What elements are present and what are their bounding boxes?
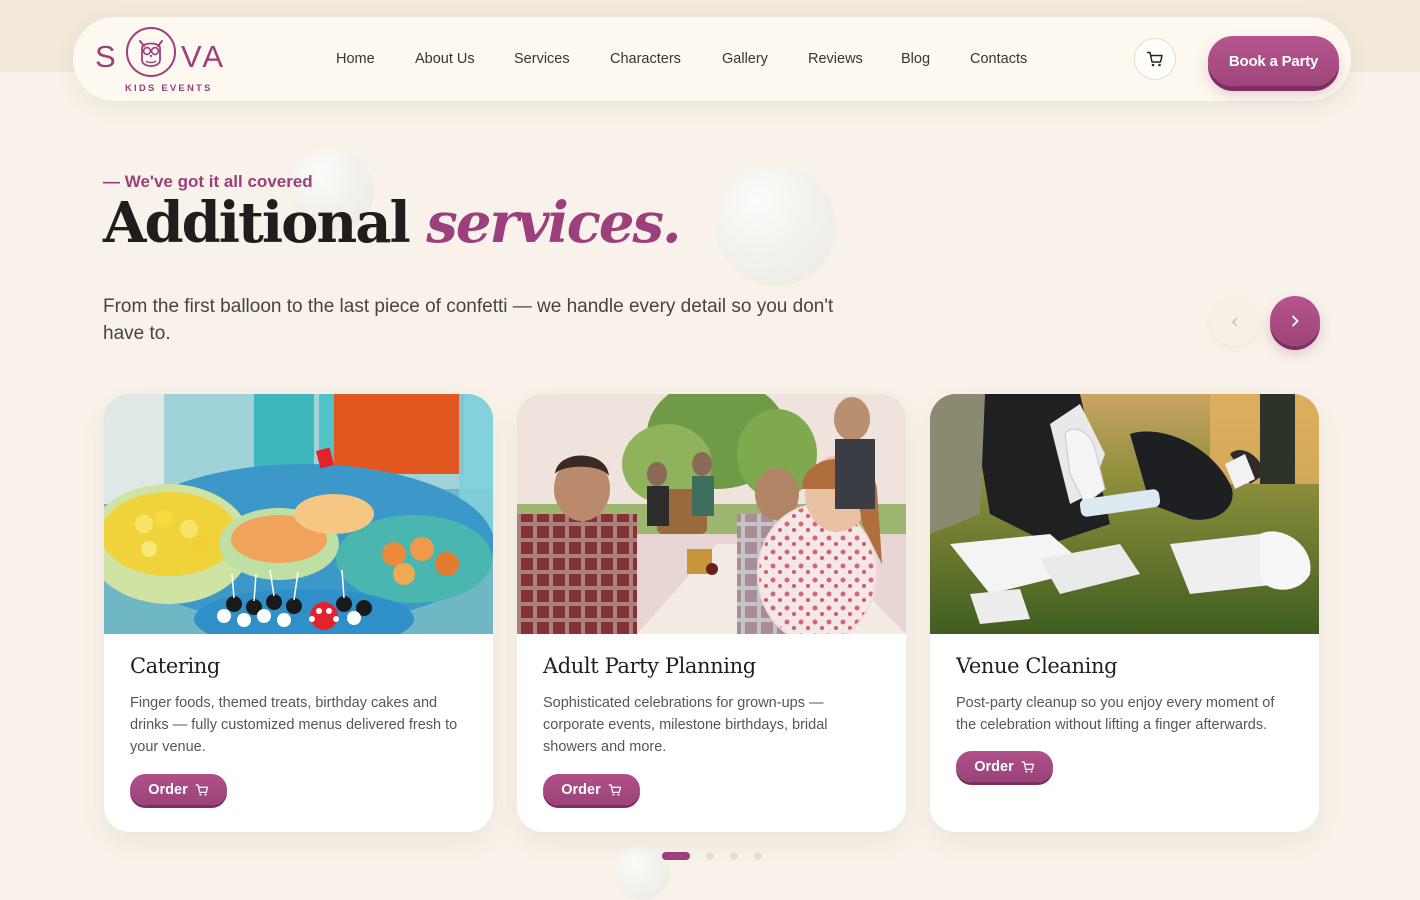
cart-icon (1146, 51, 1163, 67)
cart-icon (608, 783, 621, 796)
chevron-right-icon (1292, 315, 1299, 327)
card-title: Catering (130, 654, 220, 678)
card-title: Venue Cleaning (956, 654, 1118, 678)
card-description: Post-party cleanup so you enjoy every mo… (956, 695, 1275, 733)
service-card-catering: Catering Finger foods, themed treats, bi… (104, 394, 493, 832)
nav-services[interactable]: Services (514, 51, 570, 67)
section-eyebrow: — We've got it all covered (103, 172, 313, 191)
logo[interactable]: S VA KIDS EVENTS (95, 25, 245, 95)
headline-plain: Additional (103, 190, 427, 256)
service-card-venue-cleaning: Venue Cleaning Post-party cleanup so you… (930, 394, 1319, 832)
chevron-left-icon (1231, 317, 1238, 327)
cart-button[interactable] (1134, 38, 1176, 80)
card-description: Finger foods, themed treats, birthday ca… (130, 695, 458, 755)
decorative-bubble (716, 166, 836, 286)
adult-party-image (517, 394, 906, 634)
carousel-prev-button[interactable] (1211, 298, 1259, 346)
nav-contacts[interactable]: Contacts (970, 51, 1027, 67)
pagination-dot[interactable] (754, 852, 762, 860)
order-label: Order (974, 758, 1014, 775)
pagination-dot[interactable] (706, 852, 714, 860)
pagination-dot-active[interactable] (662, 852, 690, 860)
nav-blog[interactable]: Blog (901, 51, 930, 67)
catering-image (104, 394, 493, 634)
nav-home[interactable]: Home (336, 51, 375, 67)
nav-gallery[interactable]: Gallery (722, 51, 768, 67)
cart-icon (195, 783, 208, 796)
order-button[interactable]: Order (543, 774, 640, 805)
section-subtitle: From the first balloon to the last piece… (103, 296, 834, 344)
headline-accent: services. (426, 190, 681, 256)
venue-cleaning-image (930, 394, 1319, 634)
order-label: Order (561, 781, 601, 798)
nav-about-us[interactable]: About Us (415, 51, 475, 67)
card-description: Sophisticated celebrations for grown-ups… (543, 695, 828, 755)
carousel-next-button[interactable] (1270, 296, 1320, 346)
owl-logo-icon (126, 27, 176, 77)
logo-tagline: KIDS EVENTS (125, 83, 213, 94)
order-button[interactable]: Order (130, 774, 227, 805)
pagination-dot[interactable] (730, 852, 738, 860)
order-label: Order (148, 781, 188, 798)
order-button[interactable]: Order (956, 751, 1053, 782)
logo-letter-s: S (95, 39, 119, 74)
navbar: S VA KIDS EVENTS Home About Us Services … (73, 17, 1351, 101)
logo-letters-va: VA (181, 39, 227, 74)
service-card-adult-party-planning: Adult Party Planning Sophisticated celeb… (517, 394, 906, 832)
nav-reviews[interactable]: Reviews (808, 51, 863, 67)
nav-characters[interactable]: Characters (610, 51, 681, 67)
book-a-party-button[interactable]: Book a Party (1208, 36, 1339, 86)
card-title: Adult Party Planning (543, 654, 756, 678)
cart-icon (1021, 760, 1034, 773)
page-title: Additional services. (103, 190, 682, 256)
